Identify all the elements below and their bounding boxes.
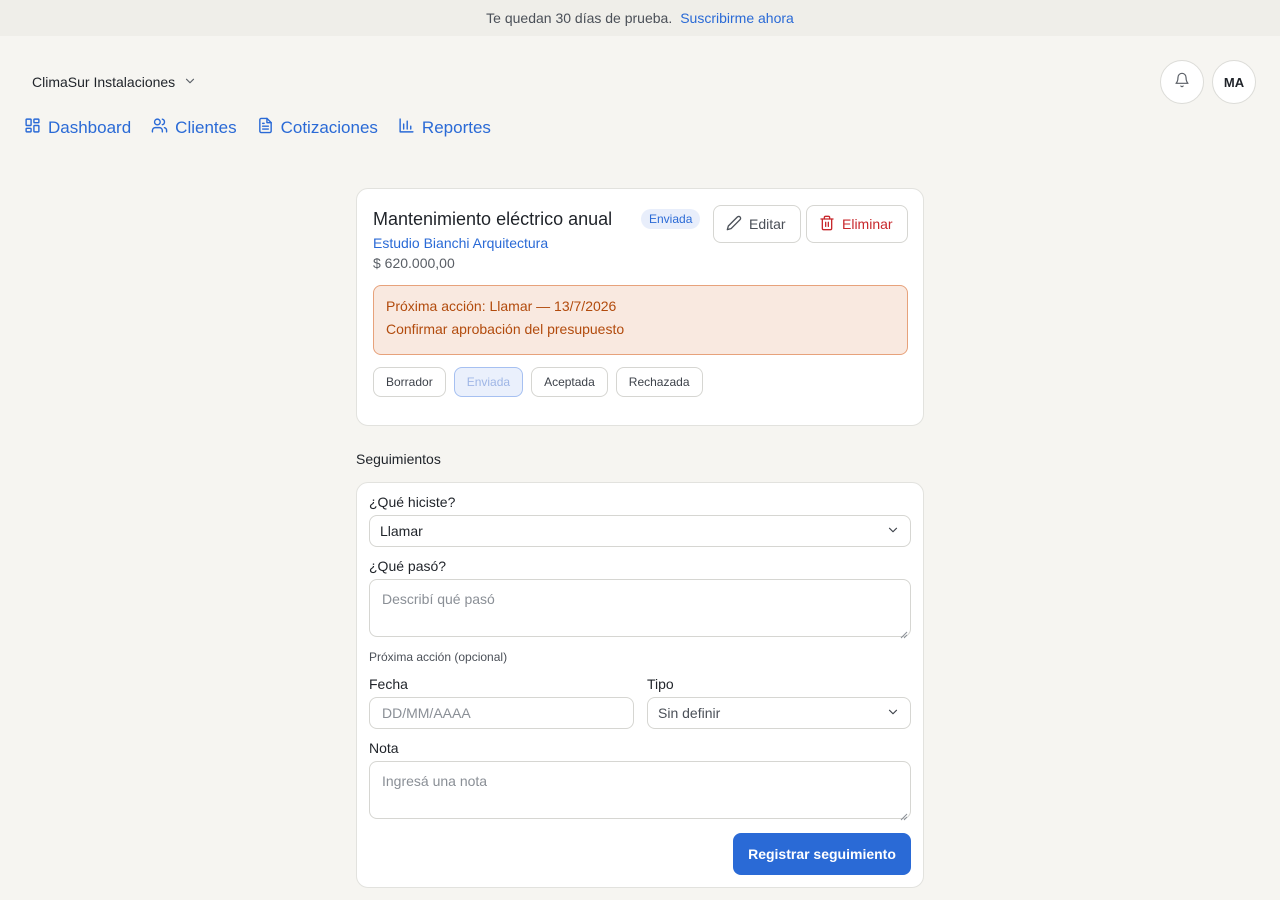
note-label: Nota (369, 740, 399, 756)
nav-item-label: Dashboard (48, 118, 132, 137)
status-option-aceptada[interactable]: Aceptada (531, 367, 608, 397)
chevron-down-icon (183, 74, 197, 91)
status-badge: Enviada (641, 209, 701, 229)
notifications-button[interactable] (1160, 60, 1204, 104)
trash-icon (819, 215, 835, 234)
edit-button[interactable]: Editar (713, 205, 801, 243)
subscribe-link[interactable]: Suscribirme ahora (680, 10, 794, 26)
status-option-rechazada[interactable]: Rechazada (615, 367, 703, 397)
nav-item-clientes[interactable]: Clientes (151, 117, 237, 139)
nav-item-cotizaciones[interactable]: Cotizaciones (257, 117, 378, 139)
delete-button[interactable]: Eliminar (806, 205, 908, 243)
edit-label: Editar (749, 216, 786, 232)
client-link[interactable]: Estudio Bianchi Arquitectura (373, 235, 548, 251)
status-selector: Borrador Enviada Aceptada Rechazada (373, 367, 703, 397)
next-action-title: Próxima acción: Llamar — 13/7/2026 (386, 298, 617, 314)
dashboard-icon (24, 117, 41, 139)
main-nav: Dashboard Clientes Cotizaciones Reportes (24, 116, 491, 140)
status-option-borrador[interactable]: Borrador (373, 367, 446, 397)
next-action-alert: Próxima acción: Llamar — 13/7/2026 Confi… (373, 285, 908, 355)
date-label: Fecha (369, 676, 408, 692)
chevron-down-icon (886, 523, 900, 540)
bar-chart-icon (398, 117, 415, 139)
resize-handle-icon[interactable] (900, 626, 908, 639)
happened-label: ¿Qué pasó? (369, 558, 447, 574)
type-select[interactable]: Sin definir (647, 697, 911, 729)
chevron-down-icon (886, 705, 900, 722)
status-option-enviada[interactable]: Enviada (453, 367, 524, 397)
note-placeholder: Ingresá una nota (382, 773, 488, 789)
followups-title: Seguimientos (356, 451, 441, 467)
resize-handle-icon[interactable] (900, 808, 908, 821)
happened-placeholder: Describí qué pasó (382, 591, 495, 607)
quote-amount: $ 620.000,00 (373, 255, 455, 271)
nav-item-label: Reportes (421, 118, 491, 137)
quote-title: Mantenimiento eléctrico anual (373, 209, 613, 229)
what-select-value: Llamar (380, 523, 423, 539)
org-switcher[interactable]: ClimaSur Instalaciones (32, 72, 197, 92)
trial-banner: Te quedan 30 días de prueba. Suscribirme… (0, 0, 1280, 36)
date-input[interactable]: DD/MM/AAAA (369, 697, 634, 729)
date-placeholder: DD/MM/AAAA (382, 705, 471, 721)
avatar[interactable]: MA (1212, 60, 1256, 104)
nav-item-label: Clientes (175, 118, 237, 137)
trial-banner-text: Te quedan 30 días de prueba. (486, 10, 673, 26)
note-textarea[interactable]: Ingresá una nota (369, 761, 911, 821)
happened-textarea[interactable]: Describí qué pasó (369, 579, 911, 639)
type-label: Tipo (647, 676, 674, 692)
type-select-value: Sin definir (658, 705, 721, 721)
nav-item-dashboard[interactable]: Dashboard (24, 117, 131, 139)
nav-item-reportes[interactable]: Reportes (398, 117, 491, 139)
org-name: ClimaSur Instalaciones (32, 74, 176, 90)
pencil-icon (726, 215, 742, 234)
next-action-note: Confirmar aprobación del presupuesto (386, 321, 625, 337)
users-icon (151, 117, 168, 139)
what-label: ¿Qué hiciste? (369, 494, 456, 510)
nav-item-label: Cotizaciones (280, 118, 378, 137)
document-icon (257, 117, 274, 139)
submit-followup-button[interactable]: Registrar seguimiento (733, 833, 911, 875)
delete-label: Eliminar (842, 216, 893, 232)
followup-form: ¿Qué hiciste? Llamar ¿Qué pasó? Describí… (356, 482, 924, 888)
what-select[interactable]: Llamar (369, 515, 911, 547)
next-action-section-label: Próxima acción (opcional) (369, 650, 508, 664)
avatar-initials: MA (1223, 74, 1245, 90)
bell-icon (1174, 72, 1190, 93)
quote-card: Mantenimiento eléctrico anual Enviada Es… (356, 188, 924, 426)
